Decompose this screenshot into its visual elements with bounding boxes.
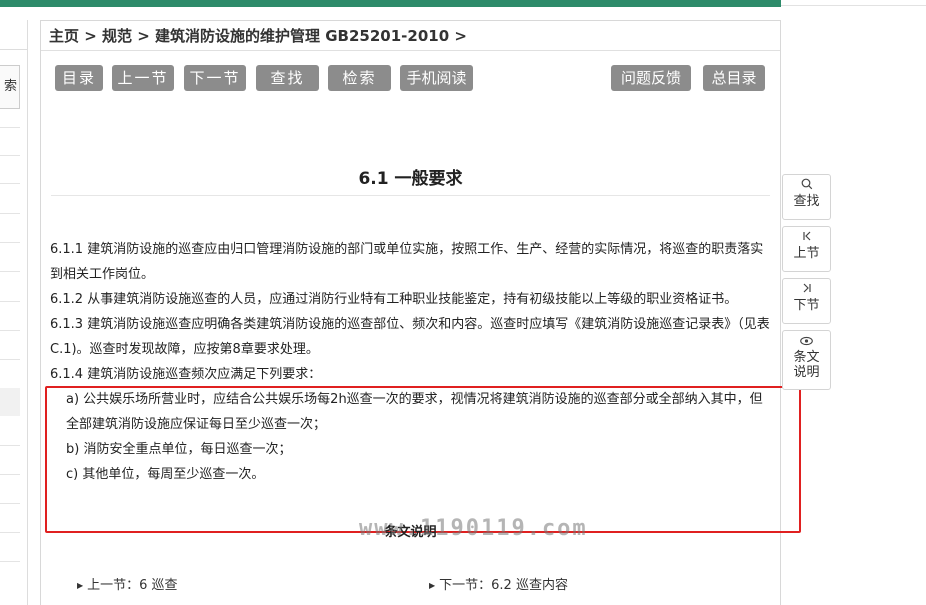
side-explain-label-line2: 说明 xyxy=(793,365,820,380)
next-section-button[interactable]: 下一节 xyxy=(184,65,246,91)
skip-back-icon xyxy=(783,230,830,246)
title-divider xyxy=(51,195,770,196)
prev-section-link[interactable]: ▶ 上一节：6 巡查 xyxy=(77,574,178,593)
section-title: 6.1 一般要求 xyxy=(358,169,463,189)
side-prev-label: 上节 xyxy=(793,246,820,261)
side-next-button[interactable]: 下节 xyxy=(782,278,831,324)
sidebar-divider xyxy=(0,474,20,475)
triangle-right-icon: ▶ xyxy=(429,581,436,590)
sidebar-divider xyxy=(0,561,20,562)
sidebar-item-active[interactable] xyxy=(0,388,20,416)
master-catalog-button[interactable]: 总目录 xyxy=(703,65,765,91)
prev-section-button[interactable]: 上一节 xyxy=(112,65,174,91)
triangle-right-icon: ▶ xyxy=(77,581,84,590)
prev-section-link-label: 上一节：6 巡查 xyxy=(87,578,178,593)
next-section-link[interactable]: ▶ 下一节：6.2 巡查内容 xyxy=(429,574,568,593)
mobile-read-button[interactable]: 手机阅读 xyxy=(400,65,473,91)
side-prev-button[interactable]: 上节 xyxy=(782,226,831,272)
find-button[interactable]: 查找 xyxy=(256,65,319,91)
search-icon xyxy=(783,178,830,194)
sidebar-divider xyxy=(0,445,20,446)
eye-icon xyxy=(783,334,830,350)
clause-6-1-2: 6.1.2 从事建筑消防设施巡查的人员，应通过消防行业特有工种职业技能鉴定，持有… xyxy=(50,292,738,307)
catalog-button[interactable]: 目录 xyxy=(55,65,103,91)
sidebar-divider xyxy=(0,301,20,302)
left-sidebar: 索 xyxy=(0,20,28,605)
clause-6-1-3: 6.1.3 建筑消防设施巡查应明确各类建筑消防设施的巡查部位、频次和内容。巡查时… xyxy=(50,317,770,357)
sidebar-divider xyxy=(0,183,20,184)
clause-6-1-4: 6.1.4 建筑消防设施巡查频次应满足下列要求： xyxy=(50,367,322,382)
sidebar-divider xyxy=(0,242,20,243)
skip-forward-icon xyxy=(783,282,830,298)
header-divider xyxy=(781,5,926,6)
search-button[interactable]: 检索 xyxy=(328,65,391,91)
next-section-link-label: 下一节：6.2 巡查内容 xyxy=(439,578,568,593)
highlight-annotation-box xyxy=(45,386,801,533)
side-explain-button[interactable]: 条文 说明 xyxy=(782,330,831,390)
sidebar-divider xyxy=(0,532,20,533)
breadcrumb[interactable]: 主页 > 规范 > 建筑消防设施的维护管理 GB25201-2010 > xyxy=(41,21,780,51)
watermark: www.1190119.com xyxy=(359,516,588,541)
top-accent-bar xyxy=(0,0,781,7)
sidebar-divider xyxy=(0,359,20,360)
sidebar-divider xyxy=(0,330,20,331)
side-explain-label-line1: 条文 xyxy=(793,350,820,365)
sidebar-divider xyxy=(0,155,20,156)
clause-6-1-1: 6.1.1 建筑消防设施的巡查应由归口管理消防设施的部门或单位实施，按照工作、生… xyxy=(50,242,764,282)
side-find-label: 查找 xyxy=(793,194,820,209)
left-sidebar-header xyxy=(0,20,28,50)
sidebar-divider xyxy=(0,271,20,272)
side-find-button[interactable]: 查找 xyxy=(782,174,831,220)
sidebar-divider xyxy=(0,127,20,128)
sidebar-search-button[interactable]: 索 xyxy=(0,65,20,109)
side-next-label: 下节 xyxy=(793,298,820,313)
feedback-button[interactable]: 问题反馈 xyxy=(611,65,691,91)
main-panel: 主页 > 规范 > 建筑消防设施的维护管理 GB25201-2010 > 目录 … xyxy=(40,20,801,605)
sidebar-divider xyxy=(0,503,20,504)
sidebar-divider xyxy=(0,213,20,214)
